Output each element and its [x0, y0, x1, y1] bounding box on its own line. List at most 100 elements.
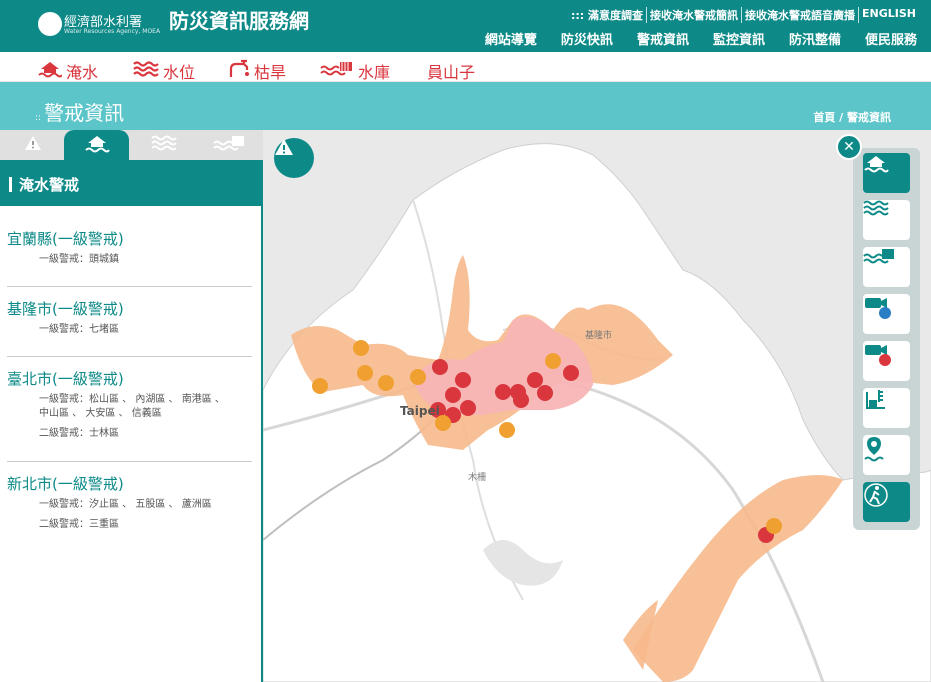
subnav-flood[interactable]: 淹水	[38, 59, 98, 83]
alert-marker	[495, 384, 511, 400]
alert-marker	[357, 365, 373, 381]
alert-marker	[410, 369, 426, 385]
agency-logo-icon[interactable]	[38, 12, 62, 36]
alert-marker	[545, 353, 561, 369]
county-detail: 二級警戒：三重區	[39, 519, 119, 530]
county-detail: 一級警戒：汐止區 、 五股區 、 蘆洲區	[39, 499, 212, 510]
county-name[interactable]: 基隆市(一級警戒)	[7, 298, 252, 319]
alert-marker	[455, 372, 471, 388]
layer-evacuation-button[interactable]	[863, 482, 910, 522]
subnav-drought-label: 枯旱	[254, 63, 287, 82]
layer-flood-button[interactable]	[863, 153, 910, 193]
warning-toggle-button[interactable]	[274, 138, 314, 178]
alert-marker	[312, 378, 328, 394]
alert-marker	[537, 385, 553, 401]
link-satisfaction-survey[interactable]: ::: 滿意度調查	[568, 7, 648, 23]
county-detail: 中山區 、 大安區 、 信義區	[39, 408, 162, 419]
county-detail: 一級警戒：頭城鎮	[39, 254, 119, 265]
agency-english-name: Water Resources Agency, MOEA	[64, 28, 161, 35]
reservoir-icon	[212, 134, 245, 156]
layer-toolbar	[853, 148, 920, 530]
nav-news[interactable]: 防災快訊	[561, 29, 613, 48]
page-title-text: 警戒資訊	[44, 101, 125, 125]
county-item[interactable]: 宜蘭縣(一級警戒) 一級警戒：頭城鎮	[7, 228, 252, 267]
county-item[interactable]: 新北市(一級警戒) 一級警戒：汐止區 、 五股區 、 蘆洲區 二級警戒：三重區	[7, 473, 252, 532]
county-detail: 一級警戒：七堵區	[39, 324, 119, 335]
layer-water-level-button[interactable]	[863, 200, 910, 240]
divider	[7, 461, 252, 462]
alert-marker	[432, 359, 448, 375]
subnav-water-level-label: 水位	[163, 63, 196, 82]
alert-marker	[460, 400, 476, 416]
top-header: 經濟部水利署 Water Resources Agency, MOEA 防災資訊…	[0, 0, 931, 52]
layer-location-button[interactable]	[863, 435, 910, 475]
county-item[interactable]: 基隆市(一級警戒) 一級警戒：七堵區	[7, 298, 252, 337]
county-detail: 二級警戒：士林區	[39, 428, 119, 439]
tab-flood[interactable]	[64, 130, 129, 160]
subnav-water-level[interactable]: 水位	[133, 59, 195, 83]
nav-services[interactable]: 便民服務	[865, 29, 917, 48]
link-sms-subscribe[interactable]: 接收淹水警戒簡訊	[647, 7, 743, 23]
county-detail: 一級警戒：松山區 、 內湖區 、 南港區 、	[39, 394, 225, 405]
heading-bar	[9, 177, 12, 192]
nav-monitoring[interactable]: 監控資訊	[713, 29, 765, 48]
layer-water-gauge-button[interactable]	[863, 388, 910, 428]
subnav-reservoir-label: 水庫	[358, 63, 391, 82]
map-label-mucha: 木柵	[468, 473, 487, 483]
site-title[interactable]: 防災資訊服務網	[169, 11, 309, 31]
water-level-icon	[133, 61, 159, 81]
nav-preparedness[interactable]: 防汛整備	[789, 29, 841, 48]
divider	[7, 286, 252, 287]
land-area	[263, 143, 931, 682]
alert-marker	[766, 518, 782, 534]
reservoir-icon	[320, 60, 354, 82]
layer-warning-camera-button[interactable]	[863, 341, 910, 381]
alert-marker	[513, 392, 529, 408]
county-name[interactable]: 臺北市(一級警戒)	[7, 368, 252, 389]
link-english[interactable]: ENGLISH	[859, 7, 919, 23]
close-icon: ✕	[843, 139, 855, 155]
alert-marker	[563, 365, 579, 381]
subnav-yuanshanzi-label: 員山子	[427, 63, 476, 82]
subnav-drought[interactable]: 枯旱	[228, 59, 286, 83]
nav-alerts[interactable]: 警戒資訊	[637, 29, 689, 48]
alert-marker	[499, 422, 515, 438]
county-name[interactable]: 新北市(一級警戒)	[7, 473, 252, 494]
flood-house-icon	[84, 133, 110, 157]
page-title: :: 警戒資訊	[35, 97, 124, 126]
link-voice-broadcast[interactable]: 接收淹水警戒語音廣播	[742, 7, 860, 23]
page-banner: :: 警戒資訊 首頁 / 警戒資訊	[0, 82, 931, 130]
subnav-yuanshanzi[interactable]: 員山子	[427, 59, 475, 83]
top-links: ::: 滿意度調查 接收淹水警戒簡訊 接收淹水警戒語音廣播 ENGLISH	[568, 7, 919, 23]
layer-water-camera-button[interactable]	[863, 294, 910, 334]
alert-marker	[353, 340, 369, 356]
main-nav: 網站導覽 防災快訊 警戒資訊 監控資訊 防汛整備 便民服務	[485, 29, 917, 48]
close-toolbar-button[interactable]: ✕	[836, 134, 862, 160]
tab-water-level[interactable]	[131, 130, 196, 160]
breadcrumb[interactable]: 首頁 / 警戒資訊	[813, 109, 891, 125]
alert-marker	[445, 387, 461, 403]
page-title-prefix: ::	[35, 113, 42, 123]
alert-marker	[527, 372, 543, 388]
drought-tap-icon	[228, 59, 250, 83]
alert-marker	[378, 375, 394, 391]
sidebar-tabs	[0, 130, 263, 160]
alert-sidebar: 淹水警戒 宜蘭縣(一級警戒) 一級警戒：頭城鎮 基隆市(一級警戒) 一級警戒：七…	[0, 130, 263, 682]
map-canvas[interactable]	[263, 130, 931, 682]
panel-heading: 淹水警戒	[0, 160, 263, 206]
county-item[interactable]: 臺北市(一級警戒) 一級警戒：松山區 、 內湖區 、 南港區 、 中山區 、 大…	[7, 368, 252, 441]
category-nav: 淹水 水位 枯旱 水庫 員山子	[0, 52, 931, 82]
divider	[7, 356, 252, 357]
tab-reservoir[interactable]	[196, 130, 261, 160]
layer-reservoir-button[interactable]	[863, 247, 910, 287]
tab-general-warning[interactable]	[0, 130, 65, 160]
nav-sitemap[interactable]: 網站導覽	[485, 29, 537, 48]
map-label-city: Taipei	[400, 404, 440, 418]
subnav-reservoir[interactable]: 水庫	[320, 59, 390, 83]
flood-house-icon	[38, 60, 63, 82]
warning-icon	[24, 135, 42, 155]
county-name[interactable]: 宜蘭縣(一級警戒)	[7, 228, 252, 249]
alert-map[interactable]: Taipei 基隆市 木柵 ✕	[263, 130, 931, 682]
water-level-icon	[150, 135, 177, 155]
subnav-flood-label: 淹水	[66, 63, 99, 82]
